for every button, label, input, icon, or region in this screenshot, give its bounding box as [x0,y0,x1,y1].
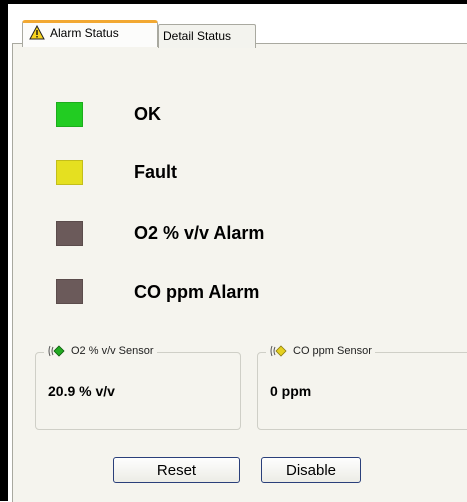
co-alarm-indicator-label: CO ppm Alarm [134,282,260,302]
co-sensor-legend: CO ppm Sensor [266,345,375,357]
tab-alarm-status-label: Alarm Status [50,26,119,40]
o2-sensor-group: O2 % v/v Sensor 20.9 % v/v [35,345,241,430]
ok-indicator-label: OK [134,104,161,124]
o2-sensor-legend: O2 % v/v Sensor [44,345,157,357]
tab-detail-status-label: Detail Status [163,29,232,43]
window-frame-left [0,0,8,501]
o2-alarm-indicator-lamp [56,221,83,246]
co-sensor-group: CO ppm Sensor 0 ppm [257,345,467,430]
o2-sensor-value: 20.9 % v/v [48,383,115,399]
tab-detail-status[interactable]: Detail Status [158,24,256,48]
co-sensor-label: CO ppm Sensor [293,345,372,357]
o2-sensor-icon [48,345,65,357]
reset-button[interactable]: Reset [113,457,240,483]
co-alarm-indicator-lamp [56,279,83,304]
co-sensor-icon [270,345,287,357]
fault-indicator-lamp [56,160,83,185]
ok-indicator-lamp [56,102,83,127]
tab-alarm-status[interactable]: Alarm Status [22,20,158,47]
tab-strip: Alarm Status Detail Status [8,4,467,48]
fault-indicator-label: Fault [134,162,177,182]
warning-icon [29,25,45,40]
disable-button[interactable]: Disable [261,457,361,483]
co-sensor-value: 0 ppm [270,383,312,399]
o2-sensor-label: O2 % v/v Sensor [71,345,154,357]
o2-alarm-indicator-label: O2 % v/v Alarm [134,223,265,243]
